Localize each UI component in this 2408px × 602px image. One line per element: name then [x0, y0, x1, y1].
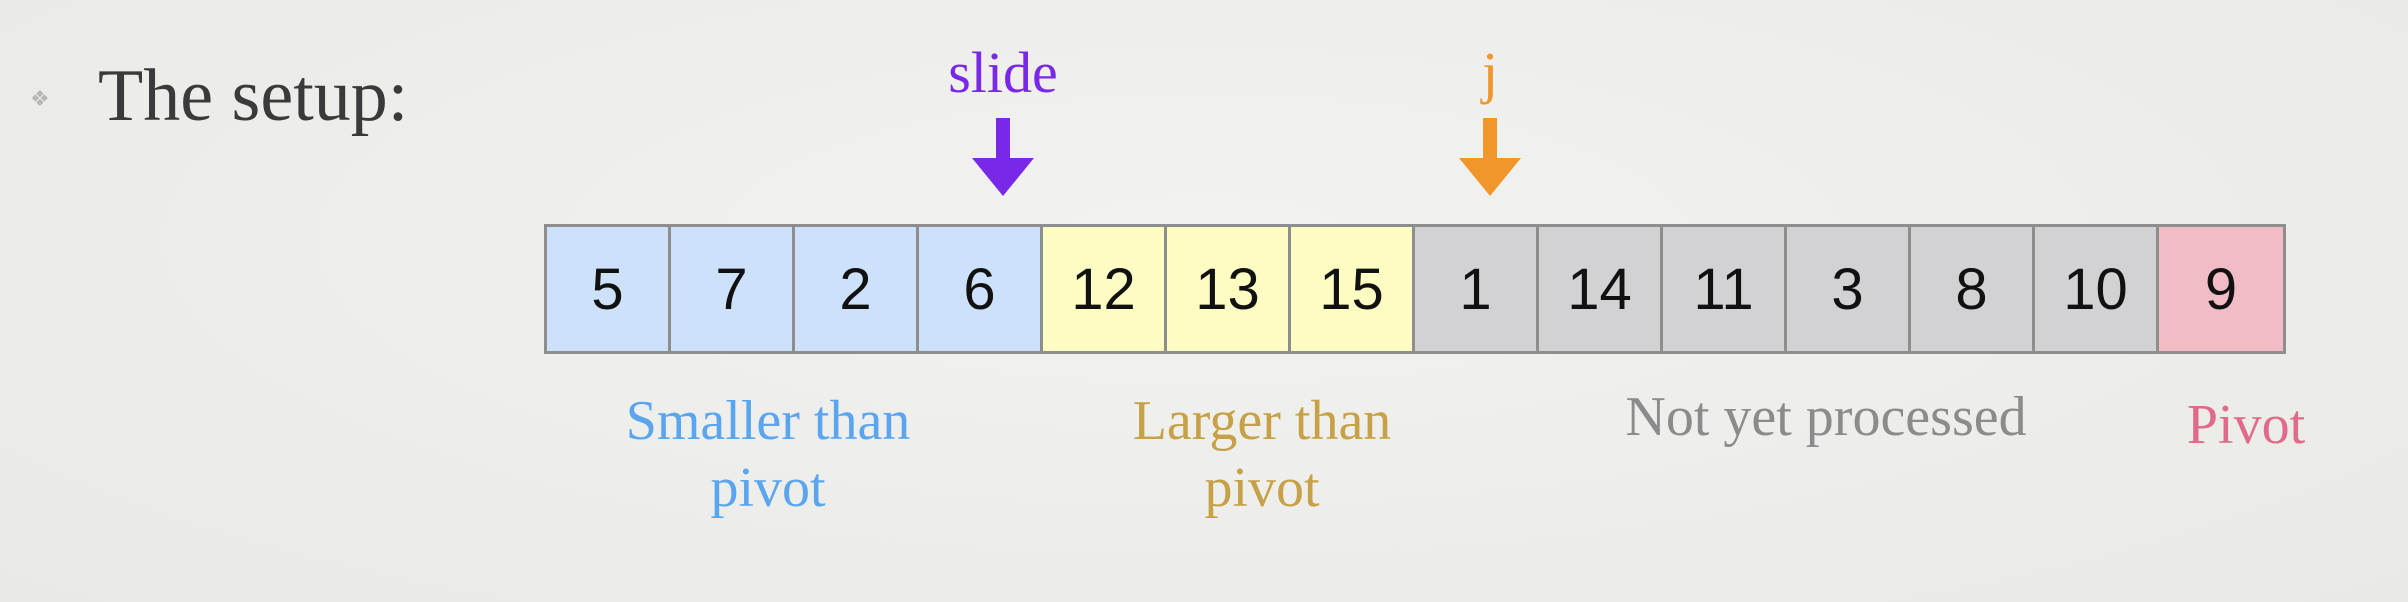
caption-smaller-line-1: Smaller than	[625, 390, 911, 452]
caption-larger-line-1: Larger than	[1132, 390, 1392, 452]
array-cell-unprocessed: 3	[1787, 227, 1911, 351]
array-cell-unprocessed: 11	[1663, 227, 1787, 351]
array-cell-larger: 13	[1167, 227, 1291, 351]
j-arrow-icon	[1459, 118, 1521, 196]
array-cell-smaller: 7	[671, 227, 795, 351]
j-pointer-label: j	[1481, 40, 1499, 105]
diamond-bullet-icon: ❖	[30, 87, 50, 112]
caption-smaller-line-2: pivot	[710, 457, 826, 520]
array-cell-larger: 15	[1291, 227, 1415, 351]
partition-array: 5 7 2 6 12 13 15 1 14 11 3 8 10 9	[544, 224, 2286, 354]
array-cell-smaller: 2	[795, 227, 919, 351]
caption-larger-line-2: pivot	[1204, 457, 1320, 520]
array-cell-larger: 12	[1043, 227, 1167, 351]
array-cell-unprocessed: 8	[1911, 227, 2035, 351]
caption-unprocessed-line-1: Not yet processed	[1625, 386, 2027, 448]
array-cell-pivot: 9	[2159, 227, 2283, 351]
caption-smaller-than-pivot: Smaller than pivot	[626, 388, 911, 522]
array-cell-unprocessed: 1	[1415, 227, 1539, 351]
caption-larger-than-pivot: Larger than pivot	[1133, 388, 1392, 522]
caption-pivot-line-1: Pivot	[2186, 394, 2306, 456]
array-cell-smaller: 6	[919, 227, 1043, 351]
caption-pivot: Pivot	[2187, 392, 2305, 459]
array-cell-unprocessed: 14	[1539, 227, 1663, 351]
slide-arrow-icon	[972, 118, 1034, 196]
slide-pointer-label: slide	[948, 40, 1058, 105]
caption-not-yet-processed: Not yet processed	[1625, 384, 2026, 451]
array-cell-unprocessed: 10	[2035, 227, 2159, 351]
slide-heading: The setup:	[98, 55, 409, 137]
array-cell-smaller: 5	[547, 227, 671, 351]
